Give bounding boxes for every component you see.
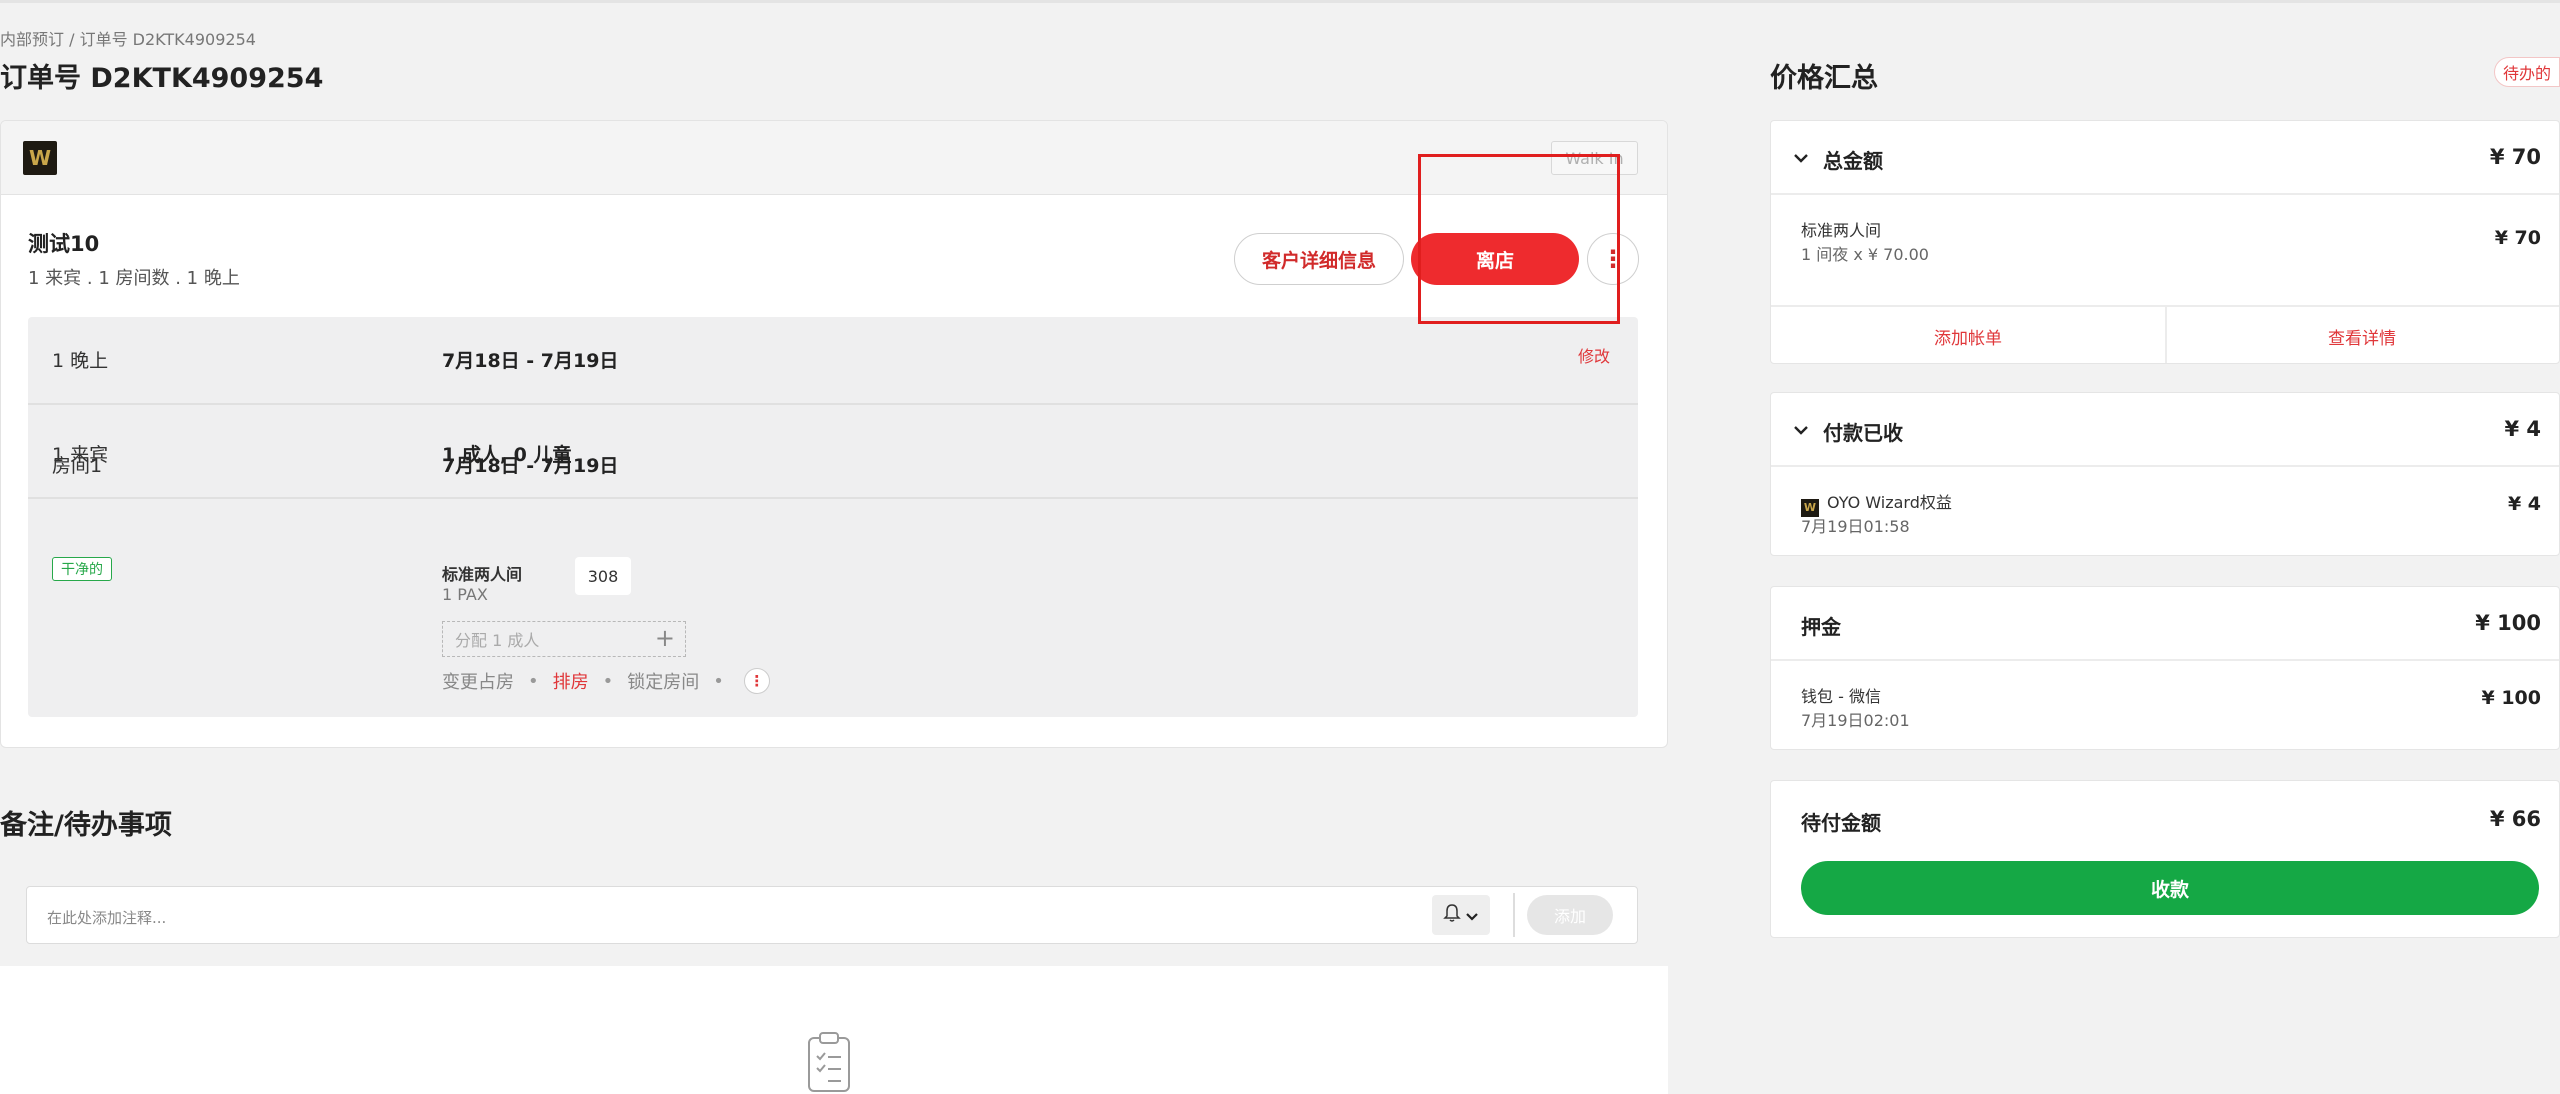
total-amount-header[interactable]: 总金额 ¥ 70: [1771, 121, 2559, 195]
separator-dot: •: [602, 670, 614, 692]
stay-details: 1 晚上 7月18日 - 7月19日 修改 1 来宾 1 成人, 0 儿童 房间…: [28, 317, 1638, 717]
payments-received-panel: 付款已收 ¥ 4 W OYO Wizard权益 7月19日01:58 ¥ 4: [1770, 392, 2560, 556]
price-summary-title: 价格汇总: [1770, 63, 1878, 94]
charge-item-amount: ¥ 70: [2494, 227, 2541, 249]
amount-due-panel: 待付金额 ¥ 66 收款: [1770, 780, 2560, 938]
chevron-down-icon: [1465, 903, 1479, 927]
payment-item-time: 7月19日01:58: [1801, 517, 1910, 536]
page-title: 订单号 D2KTK4909254: [0, 63, 324, 94]
room-more-icon[interactable]: ⋮: [743, 668, 770, 694]
room-status-badge: 干净的: [52, 557, 112, 581]
assign-guest-field[interactable]: 分配 1 成人 +: [442, 621, 686, 657]
change-occupancy-link[interactable]: 变更占房: [442, 668, 514, 694]
arrange-room-link[interactable]: 排房: [553, 668, 589, 694]
payment-item-name: OYO Wizard权益: [1827, 493, 1952, 512]
amount-due-value: ¥ 66: [2489, 807, 2541, 831]
brand-logo-icon: W: [23, 141, 57, 175]
row-divider: [28, 403, 1638, 405]
chevron-down-icon: [1793, 417, 1809, 441]
customer-details-button[interactable]: 客户详细信息: [1234, 233, 1404, 285]
deposit-item-amount: ¥ 100: [2481, 687, 2542, 709]
add-note-button[interactable]: 添加: [1527, 895, 1613, 935]
note-placeholder: 在此处添加注释...: [47, 909, 167, 927]
deposit-label: 押金: [1801, 615, 1841, 639]
room-type: 标准两人间: [442, 565, 523, 584]
room-actions: 变更占房 • 排房 • 锁定房间 • ⋮: [442, 668, 770, 694]
deposit-item-title: 钱包 - 微信: [1801, 687, 1881, 706]
notes-input-band: 在此处添加注释... 添加: [0, 866, 1668, 966]
room-number[interactable]: 308: [575, 557, 631, 595]
note-input[interactable]: 在此处添加注释... 添加: [26, 886, 1638, 944]
nights-label: 1 晚上: [52, 350, 109, 372]
charge-item-title: 标准两人间: [1801, 221, 1882, 240]
deposit-panel: 押金 ¥ 100 钱包 - 微信 7月19日02:01 ¥ 100: [1770, 586, 2560, 750]
guest-name: 测试10: [28, 232, 100, 256]
notes-title: 备注/待办事项: [0, 810, 172, 841]
notes-section: 在此处添加注释... 添加: [0, 866, 1668, 1094]
total-amount-panel: 总金额 ¥ 70 标准两人间 1 间夜 x ¥ 70.00 ¥ 70 添加帐单 …: [1770, 120, 2560, 364]
edit-stay-link[interactable]: 修改: [1578, 343, 1610, 367]
clipboard-icon: [806, 1030, 852, 1094]
chevron-down-icon: [1793, 145, 1809, 169]
room-pax: 1 PAX: [442, 585, 488, 604]
view-details-button[interactable]: 查看详情: [2165, 307, 2559, 363]
reminder-toggle[interactable]: [1432, 895, 1490, 935]
payment-item-amount: ¥ 4: [2507, 493, 2541, 515]
room-dates: 7月18日 - 7月19日: [442, 455, 619, 477]
breadcrumb[interactable]: 内部预订 / 订单号 D2KTK4909254: [0, 26, 256, 50]
separator-dot: •: [713, 670, 724, 692]
amount-due-label: 待付金额: [1801, 811, 1881, 835]
total-actions: 添加帐单 查看详情: [1771, 305, 2559, 363]
lock-room-link[interactable]: 锁定房间: [627, 668, 699, 694]
row-divider: [28, 497, 1638, 499]
charge-item-sub: 1 间夜 x ¥ 70.00: [1801, 245, 1929, 264]
plus-icon[interactable]: +: [655, 624, 675, 652]
total-amount-label: 总金额: [1823, 149, 1883, 173]
pending-badge: 待办的: [2494, 57, 2560, 87]
add-bill-button[interactable]: 添加帐单: [1771, 307, 2165, 363]
deposit-amount: ¥ 100: [2475, 611, 2541, 635]
total-amount-value: ¥ 70: [2489, 145, 2541, 169]
room-label: 房间1: [52, 455, 103, 477]
top-divider: [0, 0, 2560, 3]
guest-summary: 1 来宾 . 1 房间数 . 1 晚上: [28, 268, 240, 289]
deposit-item-time: 7月19日02:01: [1801, 711, 1910, 730]
payments-received-label: 付款已收: [1823, 421, 1903, 445]
bell-icon: [1443, 903, 1461, 928]
vertical-divider: [1513, 893, 1515, 937]
nights-dates: 7月18日 - 7月19日: [442, 350, 619, 372]
separator-dot: •: [528, 670, 539, 692]
collect-payment-button[interactable]: 收款: [1801, 861, 2539, 915]
assign-guest-placeholder: 分配 1 成人: [455, 631, 540, 650]
payments-received-amount: ¥ 4: [2504, 417, 2541, 441]
highlight-annotation: [1418, 154, 1620, 324]
deposit-header: 押金 ¥ 100: [1771, 587, 2559, 661]
payments-received-header[interactable]: 付款已收 ¥ 4: [1771, 393, 2559, 467]
